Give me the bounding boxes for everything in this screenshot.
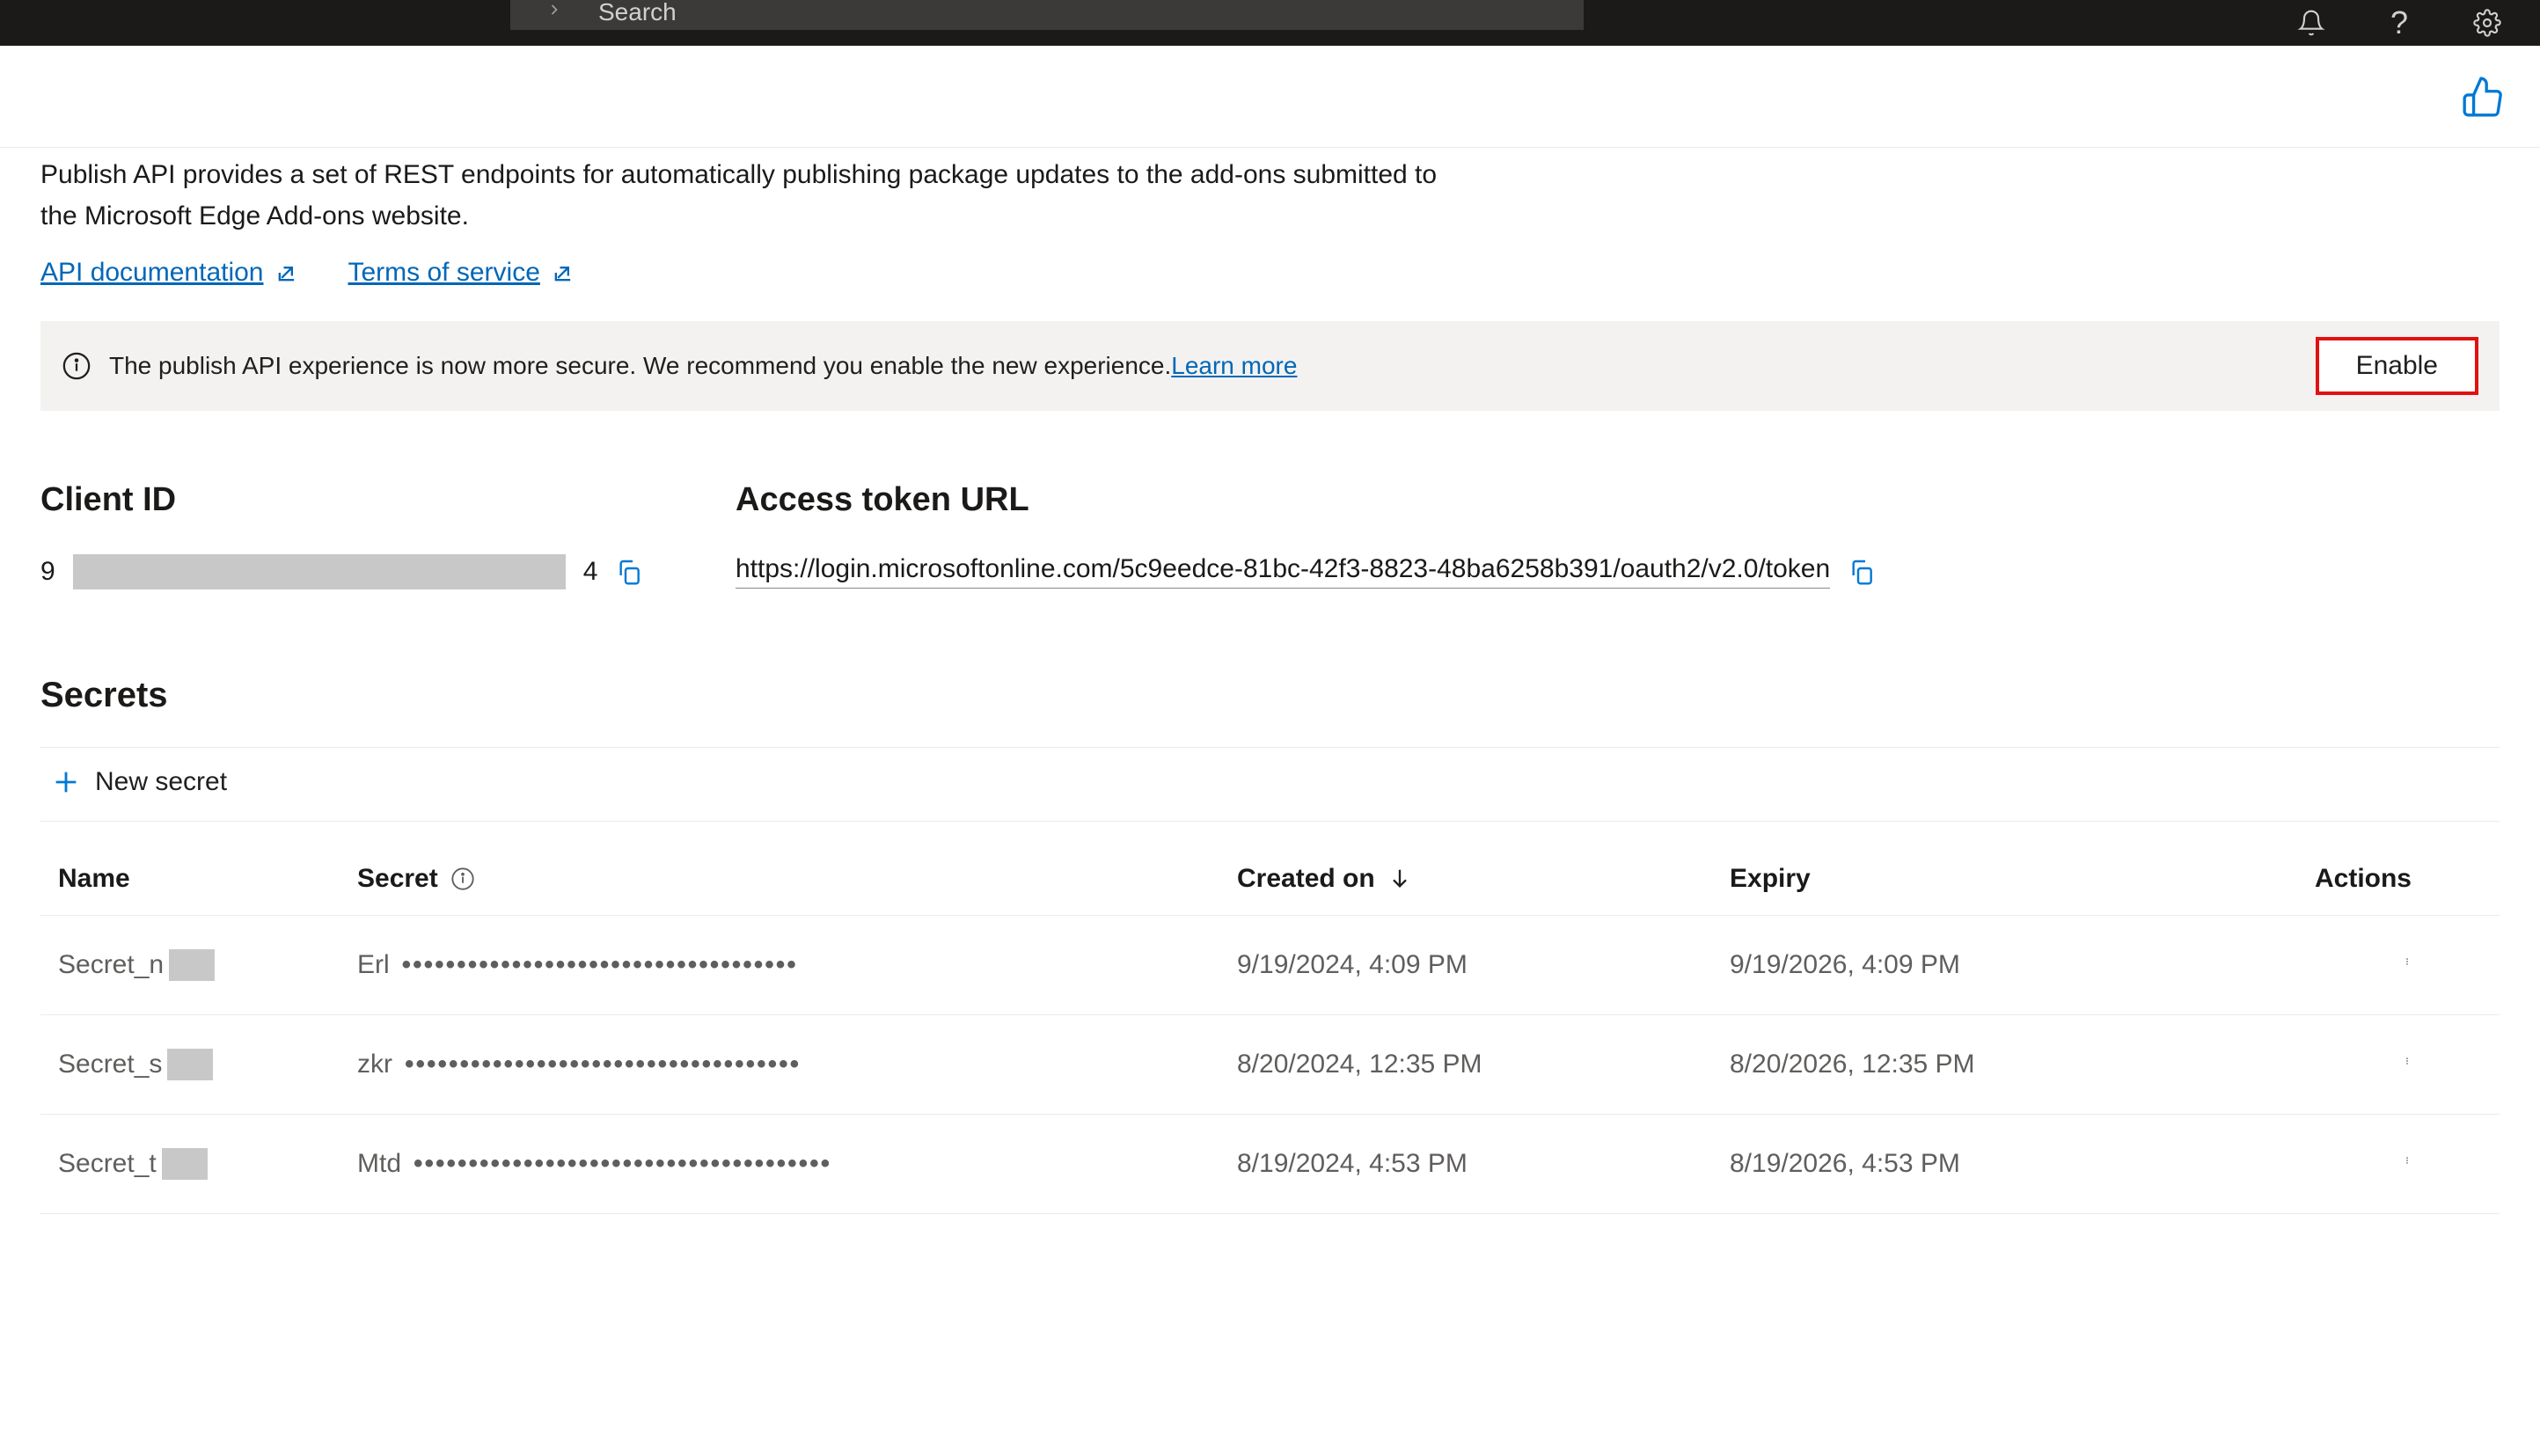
secret-value-cell: zkr•••••••••••••••••••••••••••••••••••• xyxy=(357,1050,1237,1079)
secret-value-cell: Erl•••••••••••••••••••••••••••••••••••• xyxy=(357,950,1237,980)
secret-actions-cell xyxy=(2205,1045,2482,1084)
col-header-secret[interactable]: Secret xyxy=(357,864,1237,894)
external-link-icon xyxy=(551,260,575,285)
search-input[interactable]: Search xyxy=(510,0,1584,30)
more-icon[interactable] xyxy=(2403,1145,2412,1183)
search-placeholder-text: Search xyxy=(598,0,677,26)
client-id-prefix: 9 xyxy=(40,557,55,587)
name-redacted xyxy=(162,1148,208,1180)
client-id-suffix: 4 xyxy=(583,557,598,587)
copy-icon[interactable] xyxy=(615,558,643,586)
client-id-redacted xyxy=(73,554,566,589)
secret-actions-cell xyxy=(2205,946,2482,984)
secret-created-cell: 8/20/2024, 12:35 PM xyxy=(1237,1050,1730,1079)
external-link-icon xyxy=(274,260,299,285)
secret-expiry-cell: 8/20/2026, 12:35 PM xyxy=(1730,1050,2205,1079)
access-token-block: Access token URL https://login.microsoft… xyxy=(736,481,2500,589)
learn-more-link[interactable]: Learn more xyxy=(1171,352,1297,380)
secret-value-cell: Mtd•••••••••••••••••••••••••••••••••••••… xyxy=(357,1149,1237,1179)
secret-expiry-cell: 8/19/2026, 4:53 PM xyxy=(1730,1149,2205,1179)
new-secret-label: New secret xyxy=(95,767,227,797)
info-icon[interactable] xyxy=(450,867,475,891)
info-banner: The publish API experience is now more s… xyxy=(40,321,2500,411)
help-icon[interactable]: ? xyxy=(2382,5,2417,40)
feedback-band xyxy=(0,46,2540,148)
bell-icon[interactable] xyxy=(2294,5,2329,40)
api-doc-label: API documentation xyxy=(40,258,264,288)
secret-actions-cell xyxy=(2205,1145,2482,1183)
gear-icon[interactable] xyxy=(2470,5,2505,40)
secret-created-cell: 9/19/2024, 4:09 PM xyxy=(1237,950,1730,980)
secrets-heading: Secrets xyxy=(40,676,2500,715)
chevron-right-icon xyxy=(545,0,563,25)
arrow-down-icon xyxy=(1387,866,1414,892)
table-row: Secret_t Mtd••••••••••••••••••••••••••••… xyxy=(40,1115,2500,1214)
more-icon[interactable] xyxy=(2403,946,2412,984)
enable-button[interactable]: Enable xyxy=(2316,337,2478,395)
access-token-heading: Access token URL xyxy=(736,481,2500,519)
col-header-created[interactable]: Created on xyxy=(1237,864,1730,894)
name-redacted xyxy=(169,949,215,981)
table-row: Secret_s zkr••••••••••••••••••••••••••••… xyxy=(40,1015,2500,1115)
copy-icon[interactable] xyxy=(1848,558,1876,586)
secret-name-cell: Secret_s xyxy=(58,1049,357,1080)
client-id-value-row: 9 4 xyxy=(40,554,736,589)
secret-created-cell: 8/19/2024, 4:53 PM xyxy=(1237,1149,1730,1179)
top-header-bar: Search ? xyxy=(0,0,2540,46)
access-token-url: https://login.microsoftonline.com/5c9eed… xyxy=(736,554,1830,589)
secrets-toolbar: New secret xyxy=(40,747,2500,822)
terms-of-service-link[interactable]: Terms of service xyxy=(348,258,575,288)
info-icon xyxy=(62,351,91,381)
thumbs-up-icon[interactable] xyxy=(2461,75,2505,119)
access-token-value-row: https://login.microsoftonline.com/5c9eed… xyxy=(736,554,2500,589)
new-secret-button[interactable]: New secret xyxy=(51,767,227,797)
col-header-expiry[interactable]: Expiry xyxy=(1730,864,2205,894)
id-token-section: Client ID 9 4 Access token URL https://l… xyxy=(40,481,2500,589)
header-icon-group: ? xyxy=(2294,5,2522,40)
secret-name-cell: Secret_t xyxy=(58,1148,357,1180)
col-header-name[interactable]: Name xyxy=(58,864,357,894)
client-id-block: Client ID 9 4 xyxy=(40,481,736,589)
tos-label: Terms of service xyxy=(348,258,540,288)
plus-icon xyxy=(51,767,81,797)
secret-name-cell: Secret_n xyxy=(58,949,357,981)
table-header-row: Name Secret Created on Expiry Actions xyxy=(40,843,2500,916)
col-header-actions: Actions xyxy=(2205,864,2482,894)
banner-text: The publish API experience is now more s… xyxy=(109,352,1171,380)
api-documentation-link[interactable]: API documentation xyxy=(40,258,299,288)
doc-links-row: API documentation Terms of service xyxy=(40,258,2500,288)
secret-expiry-cell: 9/19/2026, 4:09 PM xyxy=(1730,950,2205,980)
more-icon[interactable] xyxy=(2403,1045,2412,1084)
intro-paragraph: Publish API provides a set of REST endpo… xyxy=(40,155,1448,237)
name-redacted xyxy=(167,1049,213,1080)
secrets-table: Name Secret Created on Expiry Actions xyxy=(40,843,2500,1214)
table-row: Secret_n Erl••••••••••••••••••••••••••••… xyxy=(40,916,2500,1015)
client-id-heading: Client ID xyxy=(40,481,736,519)
